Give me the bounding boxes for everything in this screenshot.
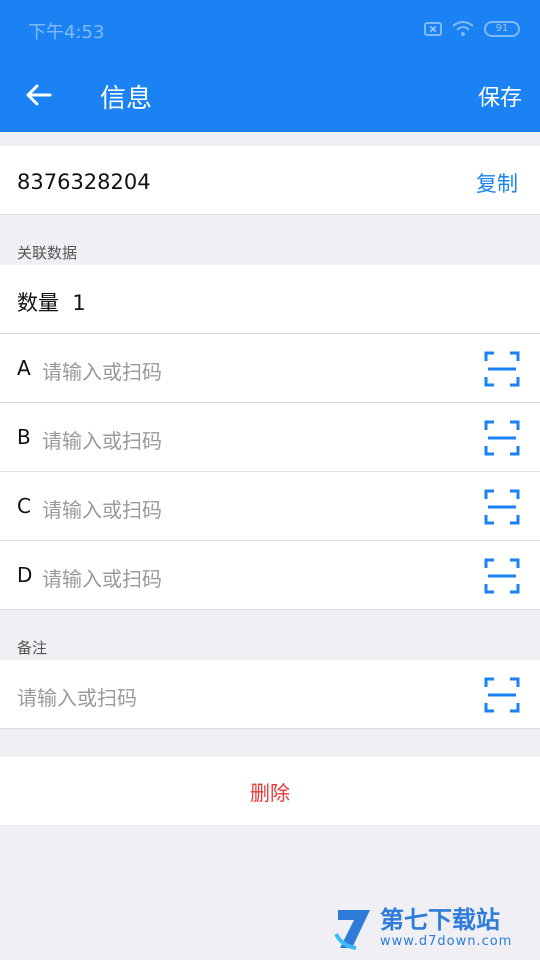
- watermark: 第七下载站 www.d7down.com: [334, 900, 534, 956]
- arrow-left-icon: [26, 84, 52, 106]
- field-input-d[interactable]: 请输入或扫码: [42, 563, 162, 592]
- field-row-a: A 请输入或扫码: [0, 334, 540, 403]
- field-label: C: [17, 494, 31, 518]
- copy-button[interactable]: 复制: [476, 168, 518, 198]
- quantity-row: 数量 1: [0, 265, 540, 334]
- quantity-value: 1: [72, 291, 86, 315]
- field-row-d: D 请输入或扫码: [0, 541, 540, 610]
- related-section-label: 关联数据: [17, 244, 78, 262]
- quantity-label: 数量: [17, 291, 59, 315]
- status-time: 下午4:53: [28, 22, 105, 43]
- wifi-icon: [452, 21, 474, 36]
- field-row-b: B 请输入或扫码: [0, 403, 540, 472]
- battery-icon: 91: [484, 21, 520, 37]
- scan-frame-icon[interactable]: [484, 420, 520, 456]
- note-section-label: 备注: [17, 639, 48, 657]
- scan-frame-icon[interactable]: [484, 677, 520, 713]
- page-title: 信息: [100, 84, 153, 114]
- scan-frame-icon[interactable]: [484, 558, 520, 594]
- quantity-text: 数量 1: [17, 287, 86, 317]
- watermark-url: www.d7down.com: [380, 934, 513, 949]
- note-input[interactable]: 请输入或扫码: [17, 682, 137, 711]
- watermark-title: 第七下载站: [380, 906, 500, 934]
- back-button[interactable]: [18, 74, 60, 116]
- scan-frame-icon[interactable]: [484, 489, 520, 525]
- status-bar: 下午4:53 91: [0, 0, 540, 60]
- toolbar: 信息 保存: [0, 60, 540, 132]
- note-row: 请输入或扫码: [0, 660, 540, 729]
- field-input-c[interactable]: 请输入或扫码: [42, 494, 162, 523]
- delete-button[interactable]: 删除: [0, 757, 540, 825]
- status-icons: 91: [424, 18, 520, 40]
- record-id: 8376328204: [17, 170, 151, 194]
- record-id-row: 8376328204 复制: [0, 146, 540, 215]
- save-button[interactable]: 保存: [478, 80, 522, 112]
- no-sim-icon: [424, 22, 442, 36]
- field-label: B: [17, 425, 31, 449]
- app-bar: 下午4:53 91 信息 保存: [0, 0, 540, 132]
- field-row-c: C 请输入或扫码: [0, 472, 540, 541]
- field-input-b[interactable]: 请输入或扫码: [42, 425, 162, 454]
- field-label: A: [17, 356, 31, 380]
- field-label: D: [17, 563, 33, 587]
- scan-frame-icon[interactable]: [484, 351, 520, 387]
- site-logo-icon: [334, 910, 370, 950]
- field-input-a[interactable]: 请输入或扫码: [42, 356, 162, 385]
